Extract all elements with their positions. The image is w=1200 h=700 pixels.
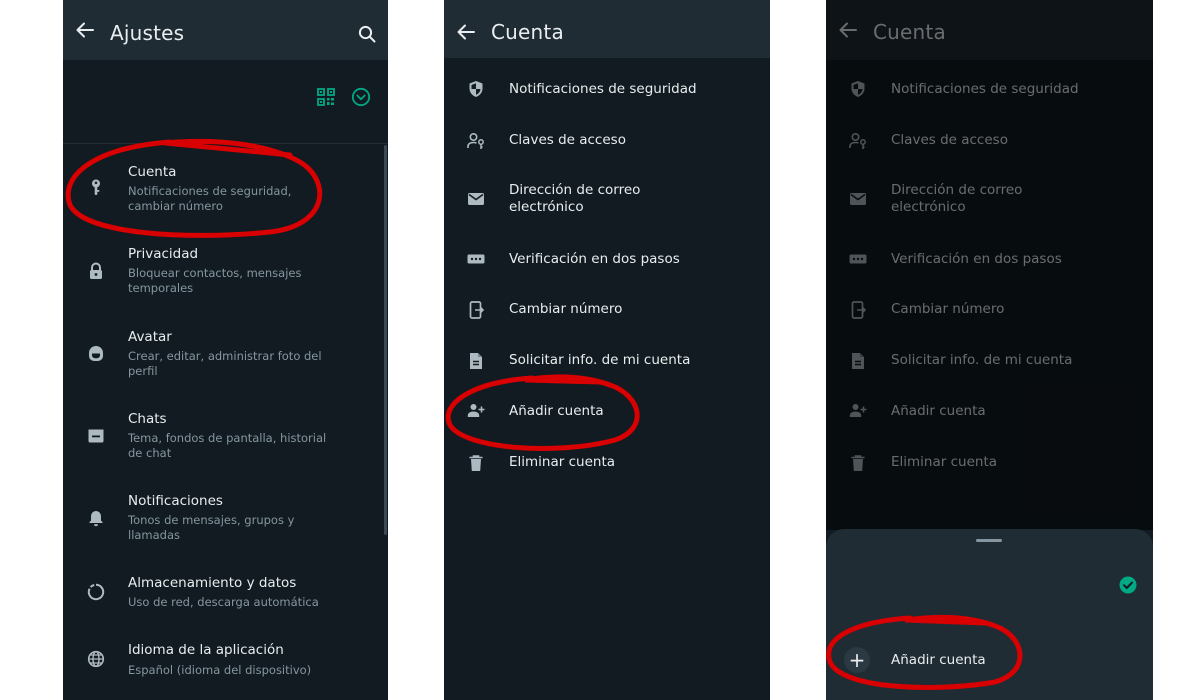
trash-icon bbox=[851, 455, 865, 471]
account-item-request-info: Solicitar info. de mi cuenta bbox=[826, 351, 1153, 371]
account-item-change-number[interactable]: Cambiar número bbox=[444, 300, 770, 320]
storage-icon bbox=[87, 583, 105, 601]
account-item-delete-account[interactable]: Eliminar cuenta bbox=[444, 453, 770, 473]
account-item-title: Añadir cuenta bbox=[891, 403, 986, 419]
settings-app-bar: Ajustes bbox=[63, 0, 388, 60]
search-icon[interactable] bbox=[358, 25, 376, 43]
dots-icon bbox=[467, 254, 485, 264]
settings-item-subtitle: Notificaciones de seguridad, cambiar núm… bbox=[128, 184, 292, 213]
account-app-bar: Cuenta bbox=[826, 0, 1153, 60]
settings-item-storage[interactable]: Almacenamiento y datos Uso de red, desca… bbox=[63, 573, 388, 623]
bell-icon bbox=[89, 511, 103, 527]
page-title: Ajustes bbox=[110, 21, 185, 45]
account-switcher-sheet: + Añadir cuenta bbox=[826, 529, 1153, 700]
settings-item-subtitle: Bloquear contactos, mensajes temporales bbox=[128, 266, 302, 295]
account-screen-with-sheet: Cuenta Notificaciones de seguridad Clave… bbox=[826, 0, 1153, 700]
page-title: Cuenta bbox=[873, 20, 946, 44]
add-account-label[interactable]: Añadir cuenta bbox=[891, 652, 986, 668]
scrollbar[interactable] bbox=[384, 145, 387, 535]
passkey-icon bbox=[849, 132, 866, 149]
account-item-title: Claves de acceso bbox=[891, 132, 1008, 148]
account-item-passkeys: Claves de acceso bbox=[826, 131, 1153, 151]
account-item-add-account: Añadir cuenta bbox=[826, 402, 1153, 422]
settings-item-avatar[interactable]: Avatar Crear, editar, administrar foto d… bbox=[63, 326, 388, 388]
page-title: Cuenta bbox=[491, 20, 564, 44]
phone-change-icon bbox=[469, 301, 485, 319]
settings-item-account[interactable]: Cuenta Notificaciones de seguridad, camb… bbox=[63, 162, 388, 224]
mail-icon bbox=[468, 193, 484, 205]
qr-code-icon[interactable] bbox=[317, 88, 335, 106]
account-item-title: Eliminar cuenta bbox=[509, 454, 616, 470]
account-app-bar: Cuenta bbox=[444, 0, 770, 58]
chevron-down-icon[interactable] bbox=[351, 87, 371, 107]
account-item-add-account[interactable]: Añadir cuenta bbox=[444, 402, 770, 422]
add-account-button[interactable]: + bbox=[844, 647, 870, 673]
settings-item-title: Privacidad bbox=[128, 246, 199, 262]
key-icon bbox=[92, 179, 100, 195]
add-person-icon bbox=[849, 404, 867, 417]
settings-item-subtitle: Tema, fondos de pantalla, historial de c… bbox=[128, 431, 327, 460]
account-item-security-notifications: Notificaciones de seguridad bbox=[826, 80, 1153, 100]
check-circle-icon bbox=[1119, 576, 1137, 594]
globe-icon bbox=[87, 650, 105, 668]
settings-item-subtitle: Tonos de mensajes, grupos y llamadas bbox=[128, 513, 295, 542]
sheet-drag-handle[interactable] bbox=[976, 539, 1002, 542]
account-item-title: Cambiar número bbox=[509, 301, 623, 317]
account-item-change-number: Cambiar número bbox=[826, 300, 1153, 320]
settings-item-notifications[interactable]: Notificaciones Tonos de mensajes, grupos… bbox=[63, 491, 388, 553]
back-arrow-icon[interactable] bbox=[457, 24, 475, 40]
account-item-email[interactable]: Dirección de correo electrónico bbox=[444, 182, 770, 218]
settings-item-title: Cuenta bbox=[128, 164, 177, 180]
account-item-title: Claves de acceso bbox=[509, 132, 626, 148]
shield-icon bbox=[469, 81, 483, 97]
account-item-title: Dirección de correo electrónico bbox=[891, 182, 1023, 215]
avatar-icon bbox=[89, 346, 103, 361]
account-item-title: Notificaciones de seguridad bbox=[891, 81, 1079, 97]
account-item-security-notifications[interactable]: Notificaciones de seguridad bbox=[444, 80, 770, 100]
settings-item-title: Almacenamiento y datos bbox=[128, 575, 297, 591]
phone-change-icon bbox=[851, 301, 867, 319]
account-item-title: Verificación en dos pasos bbox=[509, 251, 680, 267]
account-item-title: Dirección de correo electrónico bbox=[509, 182, 641, 215]
account-item-request-info[interactable]: Solicitar info. de mi cuenta bbox=[444, 351, 770, 371]
settings-item-privacy[interactable]: Privacidad Bloquear contactos, mensajes … bbox=[63, 244, 388, 306]
settings-item-title: Notificaciones bbox=[128, 493, 223, 509]
account-item-title: Eliminar cuenta bbox=[891, 454, 998, 470]
account-item-title: Solicitar info. de mi cuenta bbox=[509, 352, 691, 368]
lock-icon bbox=[90, 262, 102, 279]
add-person-icon bbox=[467, 404, 485, 417]
settings-item-subtitle: Uso de red, descarga automática bbox=[128, 595, 319, 609]
account-item-title: Verificación en dos pasos bbox=[891, 251, 1062, 267]
document-icon bbox=[852, 353, 864, 369]
account-item-title: Notificaciones de seguridad bbox=[509, 81, 697, 97]
settings-item-chats[interactable]: Chats Tema, fondos de pantalla, historia… bbox=[63, 408, 388, 470]
mail-icon bbox=[850, 193, 866, 205]
chat-icon bbox=[88, 429, 104, 443]
trash-icon bbox=[469, 455, 483, 471]
passkey-icon bbox=[467, 132, 484, 149]
plus-icon: + bbox=[848, 648, 866, 672]
settings-item-title: Idioma de la aplicación bbox=[128, 642, 284, 658]
settings-item-subtitle: Crear, editar, administrar foto del perf… bbox=[128, 349, 322, 378]
settings-item-title: Chats bbox=[128, 411, 167, 427]
account-item-delete-account: Eliminar cuenta bbox=[826, 453, 1153, 473]
profile-header[interactable] bbox=[63, 60, 388, 144]
settings-item-title: Avatar bbox=[128, 329, 172, 345]
back-arrow-icon[interactable] bbox=[76, 22, 94, 38]
account-item-email: Dirección de correo electrónico bbox=[826, 182, 1153, 218]
account-screen: Cuenta Notificaciones de seguridad Clave… bbox=[444, 0, 770, 700]
account-item-title: Añadir cuenta bbox=[509, 403, 604, 419]
dots-icon bbox=[849, 254, 867, 264]
account-item-title: Cambiar número bbox=[891, 301, 1005, 317]
settings-screen: Ajustes Cuenta Notificaciones de segurid… bbox=[63, 0, 388, 700]
shield-icon bbox=[851, 81, 865, 97]
settings-item-language[interactable]: Idioma de la aplicación Español (idioma … bbox=[63, 640, 388, 690]
settings-item-subtitle: Español (idioma del dispositivo) bbox=[128, 663, 312, 677]
account-item-two-step: Verificación en dos pasos bbox=[826, 250, 1153, 270]
document-icon bbox=[470, 353, 482, 369]
account-item-title: Solicitar info. de mi cuenta bbox=[891, 352, 1073, 368]
account-item-passkeys[interactable]: Claves de acceso bbox=[444, 131, 770, 151]
account-item-two-step[interactable]: Verificación en dos pasos bbox=[444, 250, 770, 270]
back-arrow-icon bbox=[839, 22, 857, 38]
